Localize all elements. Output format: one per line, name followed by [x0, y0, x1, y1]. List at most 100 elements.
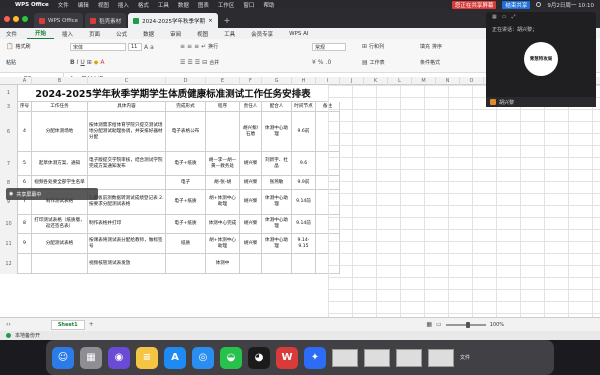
row-header[interactable]: 12: [0, 254, 18, 274]
table-cell[interactable]: 电子版提交学院审核，结合测试学院完成方案通知发布: [88, 152, 166, 176]
appstore-icon[interactable]: A: [164, 346, 186, 369]
table-cell[interactable]: 分配体测场地: [32, 112, 88, 152]
table-cell[interactable]: 具体内容: [88, 102, 166, 112]
add-sheet-icon[interactable]: +: [89, 321, 94, 328]
row-header[interactable]: 3: [0, 102, 18, 112]
font-grow-icon[interactable]: A: [144, 44, 148, 51]
empty-cells[interactable]: [328, 85, 600, 317]
table-cell[interactable]: 电子+纸质: [166, 190, 206, 215]
column-header[interactable]: E: [206, 77, 240, 85]
minimized-window-thumbnail[interactable]: [332, 348, 358, 367]
clock[interactable]: 9月2日周一 10:10: [547, 1, 594, 9]
column-header[interactable]: K: [364, 77, 388, 85]
table-cell[interactable]: 胡兴黎: [240, 215, 262, 234]
column-header[interactable]: J: [340, 77, 364, 85]
sheet-tab-sheet1[interactable]: Sheet1: [50, 319, 85, 330]
qq-icon[interactable]: ◕: [248, 346, 270, 369]
table-cell[interactable]: 按体测需求给体育学院只提交测试场地分配测试助理协调，并安排好器材分配: [88, 112, 166, 152]
column-header[interactable]: I: [316, 77, 340, 85]
column-header[interactable]: F: [240, 77, 262, 85]
safari-icon[interactable]: ◎: [192, 346, 214, 369]
worksheet-icon[interactable]: ▤: [362, 59, 368, 66]
table-cell[interactable]: 胡兴黎/石盾: [240, 112, 262, 152]
align-top-icon[interactable]: ≡: [180, 43, 185, 50]
notes-icon[interactable]: ≡: [136, 346, 158, 369]
minimized-window-thumbnail[interactable]: [364, 348, 390, 367]
table-cell[interactable]: 纸质: [166, 234, 206, 254]
sheet-title-cell[interactable]: 2024-2025学年秋季学期学生体质健康标准测试工作任务安排表: [18, 85, 328, 102]
column-header[interactable]: L: [388, 77, 412, 85]
ribbon-tab-data[interactable]: 数据: [135, 28, 162, 39]
menu-window[interactable]: 窗口: [243, 1, 254, 9]
menu-insert[interactable]: 插入: [118, 1, 129, 9]
table-cell[interactable]: 胡+体测中心助理: [206, 190, 240, 215]
font-shrink-icon[interactable]: a: [150, 44, 154, 51]
speaker-view-icon[interactable]: ▭: [502, 14, 507, 20]
font-name-select[interactable]: 宋体: [70, 43, 126, 51]
column-header[interactable]: N: [436, 77, 460, 85]
table-cell[interactable]: 9.14-9.15: [292, 234, 316, 254]
row-col-button[interactable]: 行和列: [369, 43, 384, 50]
row-header[interactable]: 11: [0, 234, 18, 254]
table-cell[interactable]: [292, 254, 316, 274]
ribbon-tab-insert[interactable]: 插入: [54, 28, 81, 39]
column-header[interactable]: H: [292, 77, 316, 85]
launchpad-icon[interactable]: ▦: [80, 346, 102, 369]
table-cell[interactable]: 胡兴黎: [240, 190, 262, 215]
row-header[interactable]: 1: [0, 85, 18, 102]
cond-format-button[interactable]: 条件格式: [420, 59, 440, 66]
worksheet-button[interactable]: 工作表: [370, 59, 385, 66]
menu-edit[interactable]: 编辑: [78, 1, 89, 9]
table-cell[interactable]: 工作任务: [32, 102, 88, 112]
table-cell[interactable]: 视频核管测试表发放: [88, 254, 166, 274]
align-bottom-icon[interactable]: ≡: [194, 43, 199, 50]
merge-button[interactable]: 合并: [209, 59, 219, 66]
table-cell[interactable]: [88, 176, 166, 190]
currency-icon[interactable]: ¥: [312, 59, 316, 66]
close-tab-icon[interactable]: ×: [208, 18, 213, 24]
ribbon-tab-view[interactable]: 视图: [189, 28, 216, 39]
bold-icon[interactable]: B: [70, 59, 75, 66]
menu-format[interactable]: 格式: [138, 1, 149, 9]
align-center-icon[interactable]: ☰: [187, 59, 192, 66]
table-cell[interactable]: 完成形式: [166, 102, 206, 112]
zoom-window-icon[interactable]: [22, 15, 28, 22]
grid-view-icon[interactable]: ▦: [492, 14, 497, 20]
menu-chart[interactable]: 图表: [198, 1, 209, 9]
ribbon-tab-review[interactable]: 审阅: [162, 28, 189, 39]
table-cell[interactable]: [240, 254, 262, 274]
fill-button[interactable]: 填充: [420, 43, 430, 50]
table-cell[interactable]: 打印测试表格（纸质版，返还签名表）: [32, 215, 88, 234]
wrap-icon[interactable]: ↵: [201, 43, 206, 50]
table-cell[interactable]: 电子: [166, 176, 206, 190]
table-cell[interactable]: 9.6前: [292, 112, 316, 152]
fill-color-icon[interactable]: ◆: [94, 59, 99, 66]
align-middle-icon[interactable]: ≡: [187, 43, 192, 50]
table-cell[interactable]: 胡兴黎: [240, 152, 262, 176]
close-window-icon[interactable]: [4, 15, 10, 22]
table-cell[interactable]: 9: [18, 234, 32, 254]
font-color-icon[interactable]: A: [100, 59, 104, 66]
sharing-indicator[interactable]: 您正在共享屏幕: [451, 0, 497, 9]
column-header[interactable]: A: [18, 77, 32, 85]
column-header[interactable]: M: [412, 77, 436, 85]
ribbon-tab-home[interactable]: 开始: [27, 28, 55, 39]
column-header[interactable]: O: [460, 77, 484, 85]
table-cell[interactable]: 起草体测方案、通知: [32, 152, 88, 176]
table-cell[interactable]: 制作表格并打印: [88, 215, 166, 234]
menu-workspace[interactable]: 工作区: [218, 1, 235, 9]
table-cell[interactable]: 责任人: [240, 102, 262, 112]
menu-data[interactable]: 数据: [178, 1, 189, 9]
percent-icon[interactable]: %: [318, 59, 324, 66]
underline-icon[interactable]: U: [80, 59, 84, 66]
expand-icon[interactable]: ⤢: [511, 14, 515, 20]
table-cell[interactable]: 刘新宇、杜晶: [262, 152, 292, 176]
app-menu[interactable]: WPS Office: [15, 2, 49, 8]
table-cell[interactable]: 8: [18, 215, 32, 234]
table-cell[interactable]: 电子表格公布: [166, 112, 206, 152]
menu-tools[interactable]: 工具: [158, 1, 169, 9]
zoom-level[interactable]: 100%: [490, 322, 504, 328]
row-header[interactable]: 7: [0, 152, 18, 176]
file-menu[interactable]: 文件: [6, 30, 17, 38]
finder-icon[interactable]: ☺: [52, 346, 74, 369]
